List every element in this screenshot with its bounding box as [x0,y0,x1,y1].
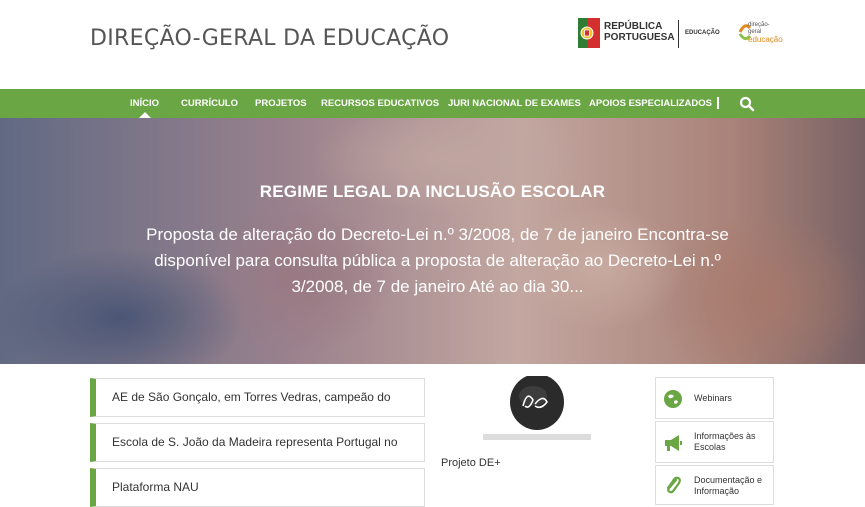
sidebar-item-documentacao[interactable]: Documentação e Informação [655,465,774,505]
nav-separator [717,97,719,109]
megaphone-icon [665,435,682,451]
dge-logo[interactable]: direção-geral educação [738,20,783,48]
republica-portuguesa-text: REPÚBLICA PORTUGUESA [604,21,675,43]
nav-item-projetos[interactable]: PROJETOS [255,89,307,118]
dge-logo-line2: educação [748,35,783,44]
sidebar-item-webinars[interactable]: Webinars [655,377,774,419]
hero-title[interactable]: REGIME LEGAL DA INCLUSÃO ESCOLAR [0,182,865,202]
active-nav-indicator [139,112,151,118]
logo-divider [678,20,679,48]
news-item[interactable]: AE de São Gonçalo, em Torres Vedras, cam… [90,378,425,417]
de-plus-logo-icon [483,376,591,440]
nav-item-curriculo[interactable]: CURRÍCULO [181,89,238,118]
search-icon[interactable] [739,96,755,112]
news-title: Escola de S. João da Madeira representa … [112,435,398,449]
site-header: DIREÇÃO-GERAL DA EDUCAÇÃO REPÚBLICA PORT… [0,0,865,89]
dge-logo-text: direção-geral educação [748,22,783,44]
news-item[interactable]: Plataforma NAU [90,468,425,507]
gov-logo-subtitle: EDUCAÇÃO [685,30,720,36]
republica-portuguesa-logo[interactable]: REPÚBLICA PORTUGUESA EDUCAÇÃO [578,18,720,50]
nav-item-juri-nacional-exames[interactable]: JURI NACIONAL DE EXAMES [448,89,581,118]
sidebar-item-informacoes[interactable]: Informações às Escolas [655,421,774,463]
news-title: Plataforma NAU [112,480,199,494]
globe-icon [664,390,682,408]
sidebar-item-label: Documentação e Informação [694,475,763,496]
main-navigation: INÍCIO CURRÍCULO PROJETOS RECURSOS EDUCA… [0,89,865,118]
site-title[interactable]: DIREÇÃO-GERAL DA EDUCAÇÃO [90,26,449,51]
news-item[interactable]: Escola de S. João da Madeira representa … [90,423,425,462]
sidebar-item-label: Informações às Escolas [694,431,756,452]
nav-item-recursos-educativos[interactable]: RECURSOS EDUCATIVOS [321,89,439,118]
nav-item-apoios-especializados[interactable]: APOIOS ESPECIALIZADOS [589,89,712,118]
dge-logo-line1: direção-geral [748,22,770,35]
news-title: AE de São Gonçalo, em Torres Vedras, cam… [112,390,391,404]
hero-text: Proposta de alteração do Decreto-Lei n.º… [146,225,729,296]
paperclip-icon [666,476,681,494]
gov-logo-line1: REPÚBLICA [604,21,663,32]
project-de-plus-image[interactable] [483,376,591,440]
portuguese-flag-emblem-icon [578,18,600,48]
hero-banner[interactable]: REGIME LEGAL DA INCLUSÃO ESCOLAR Propost… [0,118,865,364]
project-label[interactable]: Projeto DE+ [441,457,501,469]
sidebar-item-label: Webinars [694,393,732,403]
gov-logo-line2: PORTUGUESA [604,32,675,43]
